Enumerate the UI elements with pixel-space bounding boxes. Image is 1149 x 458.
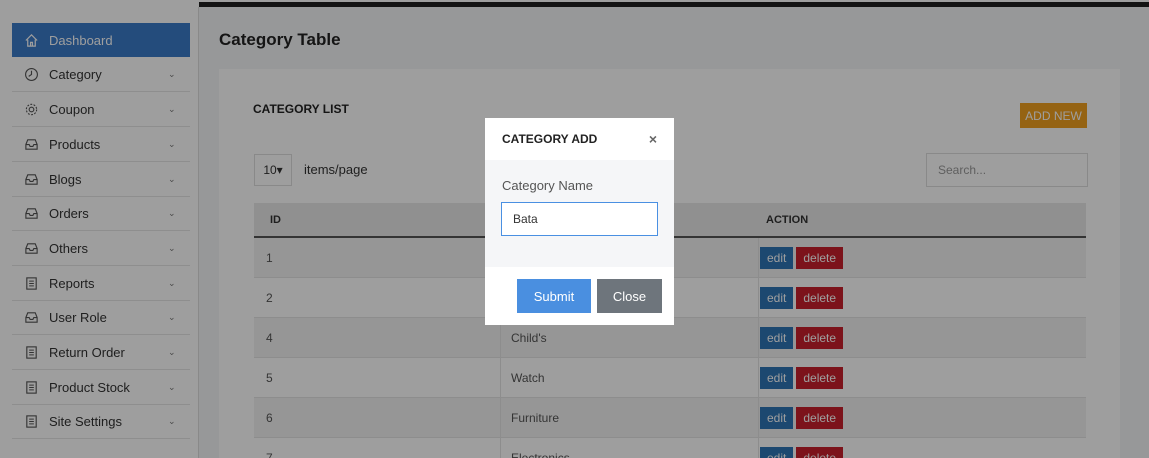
modal-body: Category Name bbox=[485, 160, 674, 267]
category-name-input[interactable] bbox=[501, 202, 658, 236]
modal-header: CATEGORY ADD × bbox=[485, 118, 674, 160]
modal-title: CATEGORY ADD bbox=[502, 132, 598, 146]
close-button[interactable]: Close bbox=[597, 279, 662, 313]
category-name-label: Category Name bbox=[502, 178, 594, 193]
submit-button[interactable]: Submit bbox=[517, 279, 591, 313]
category-add-modal: CATEGORY ADD × Category Name Submit Clos… bbox=[485, 118, 674, 325]
close-icon[interactable]: × bbox=[649, 131, 657, 147]
